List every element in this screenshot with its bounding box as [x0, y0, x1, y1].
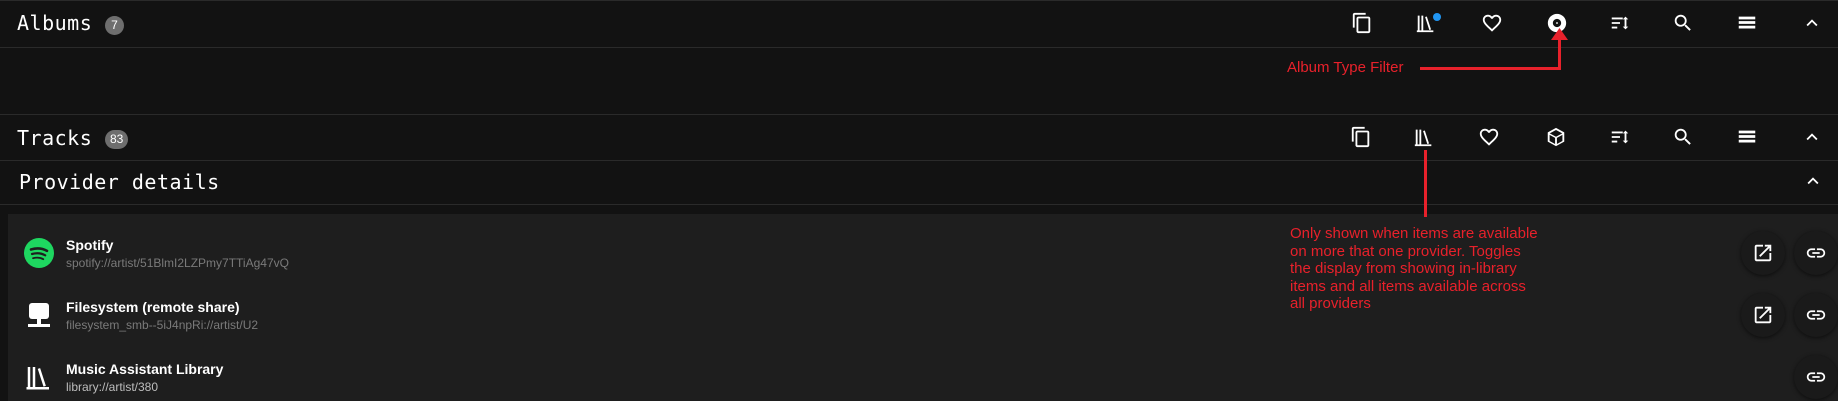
link-icon	[1806, 372, 1826, 382]
provider-name: Filesystem (remote share)	[66, 299, 240, 315]
provider-list: Spotify spotify://artist/51BlmI2LZPmy7TT…	[8, 214, 1838, 401]
albums-title: Albums	[17, 11, 93, 35]
annotation-line: the display from showing in-library	[1290, 260, 1517, 277]
annotation-arrowhead	[1551, 28, 1568, 40]
link-icon	[1806, 248, 1826, 258]
annotation-line: items and all items available across	[1290, 277, 1526, 295]
annotation-album-type-filter: Album Type Filter	[1287, 59, 1404, 76]
collapse-albums-chevron-up-icon[interactable]	[1796, 7, 1828, 39]
open-external-button[interactable]	[1741, 293, 1785, 337]
collapse-provider-details-chevron-up-icon[interactable]	[1797, 165, 1829, 197]
annotation-arrow-horizontal	[1420, 67, 1561, 70]
open-in-new-icon	[1754, 244, 1772, 262]
library-icon	[24, 362, 54, 392]
copy-link-button[interactable]	[1794, 293, 1838, 337]
list-view-icon[interactable]	[1731, 7, 1763, 39]
provider-row-filesystem: Filesystem (remote share) filesystem_smb…	[8, 276, 1838, 338]
search-icon[interactable]	[1667, 121, 1699, 153]
provider-name: Spotify	[66, 237, 114, 253]
annotation-line: all providers	[1290, 295, 1371, 312]
spotify-icon	[24, 238, 54, 268]
open-in-new-icon	[1754, 306, 1772, 324]
library-icon[interactable]	[1410, 7, 1442, 39]
annotation-line: on more that one provider. Toggles	[1290, 242, 1521, 260]
annotation-line: Only shown when items are available	[1290, 225, 1538, 242]
annotation-library-toggle: Only shown when items are available on m…	[1290, 225, 1538, 313]
link-icon	[1806, 310, 1826, 320]
box-icon[interactable]	[1540, 121, 1572, 153]
collapse-tracks-chevron-up-icon[interactable]	[1796, 121, 1828, 153]
provider-details-header: Provider details	[0, 159, 1838, 205]
provider-row-spotify: Spotify spotify://artist/51BlmI2LZPmy7TT…	[8, 214, 1838, 276]
copy-icon[interactable]	[1345, 121, 1377, 153]
albums-header: Albums 7	[0, 0, 1838, 48]
provider-uri: filesystem_smb--5iJ4npRi://artist/U2	[66, 318, 259, 332]
copy-link-button[interactable]	[1794, 355, 1838, 399]
sort-icon[interactable]	[1604, 7, 1636, 39]
copy-icon[interactable]	[1346, 7, 1378, 39]
copy-link-button[interactable]	[1794, 231, 1838, 275]
notification-dot	[1433, 13, 1441, 21]
provider-uri: library://artist/380	[66, 380, 159, 394]
tracks-header: Tracks 83	[0, 114, 1838, 161]
provider-uri: spotify://artist/51BlmI2LZPmy7TTiAg47vQ	[66, 256, 289, 270]
tracks-title: Tracks	[17, 126, 93, 150]
tracks-count-badge: 83	[105, 130, 129, 149]
heart-icon[interactable]	[1473, 121, 1505, 153]
sort-icon[interactable]	[1604, 121, 1636, 153]
search-icon[interactable]	[1667, 7, 1699, 39]
library-toggle-icon[interactable]	[1408, 121, 1440, 153]
filesystem-icon	[24, 300, 54, 330]
provider-details-title: Provider details	[19, 170, 220, 194]
albums-count-badge: 7	[105, 16, 124, 35]
provider-row-library: Music Assistant Library library://artist…	[8, 338, 1838, 400]
provider-name: Music Assistant Library	[66, 361, 224, 377]
annotation-library-line	[1424, 150, 1427, 217]
list-view-icon[interactable]	[1731, 121, 1763, 153]
open-external-button[interactable]	[1741, 231, 1785, 275]
heart-icon[interactable]	[1476, 7, 1508, 39]
